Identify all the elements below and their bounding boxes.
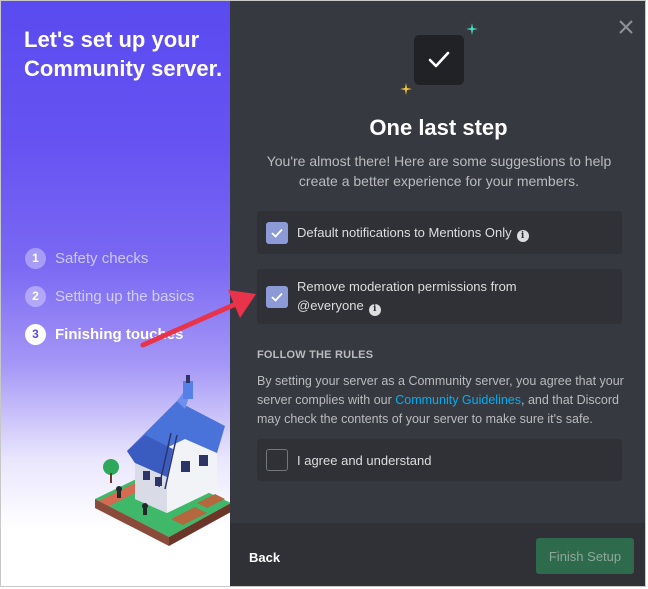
back-button[interactable]: Back	[249, 550, 280, 565]
sidebar-title: Let's set up your Community server.	[24, 27, 223, 81]
step-number: 2	[25, 285, 46, 307]
house-illustration	[95, 375, 230, 546]
page-subtitle: You're almost there! Here are some sugge…	[266, 153, 612, 189]
checkmark-icon	[428, 51, 450, 68]
remove-moderation-option[interactable]: Remove moderation permissions from @ever…	[257, 269, 622, 324]
default-notifications-option[interactable]: Default notifications to Mentions Only i	[257, 211, 622, 254]
option-label: Remove moderation permissions from @ever…	[297, 277, 517, 316]
checkmark-icon	[271, 292, 283, 302]
agree-checkbox[interactable]	[266, 449, 288, 471]
agree-label: I agree and understand	[297, 452, 432, 468]
step-number: 1	[25, 247, 46, 269]
step-label: Safety checks	[55, 249, 149, 267]
step-label: Setting up the basics	[55, 287, 195, 305]
close-button[interactable]	[615, 16, 637, 38]
checkmark-badge	[414, 35, 464, 85]
page-title: One last step	[369, 115, 508, 140]
step-finishing-touches: 3 Finishing touches	[25, 315, 194, 353]
close-icon	[619, 20, 633, 34]
default-notifications-checkbox[interactable]	[266, 221, 288, 244]
community-setup-modal: Let's set up your Community server. 1 Sa…	[0, 0, 646, 587]
community-guidelines-link[interactable]: Community Guidelines	[395, 393, 521, 407]
option-label-text: @everyone	[297, 298, 364, 314]
sparkle-icon	[466, 23, 478, 35]
step-list: 1 Safety checks 2 Setting up the basics …	[25, 239, 194, 353]
rules-text: By setting your server as a Community se…	[257, 372, 625, 429]
info-icon[interactable]: i	[516, 230, 529, 243]
setup-content: One last step You're almost there! Here …	[230, 1, 645, 586]
option-label-line2: @everyone i	[297, 296, 517, 316]
finish-setup-button[interactable]: Finish Setup	[536, 538, 634, 574]
step-number: 3	[25, 323, 46, 345]
step-label: Finishing touches	[55, 325, 184, 343]
setup-sidebar: Let's set up your Community server. 1 Sa…	[1, 1, 230, 586]
rules-heading: FOLLOW THE RULES	[257, 349, 374, 361]
remove-moderation-checkbox[interactable]	[266, 285, 288, 308]
option-label-text: Default notifications to Mentions Only	[297, 224, 512, 240]
option-label: Default notifications to Mentions Only i	[297, 223, 529, 243]
checkmark-icon	[271, 228, 283, 238]
step-safety-checks: 1 Safety checks	[25, 239, 194, 277]
modal-footer: Back Finish Setup	[230, 523, 645, 586]
option-label-line1: Remove moderation permissions from	[297, 279, 517, 295]
step-setting-up-basics: 2 Setting up the basics	[25, 277, 194, 315]
info-icon[interactable]: i	[368, 303, 381, 316]
agree-option[interactable]: I agree and understand	[257, 439, 622, 481]
sparkle-icon	[400, 83, 412, 95]
